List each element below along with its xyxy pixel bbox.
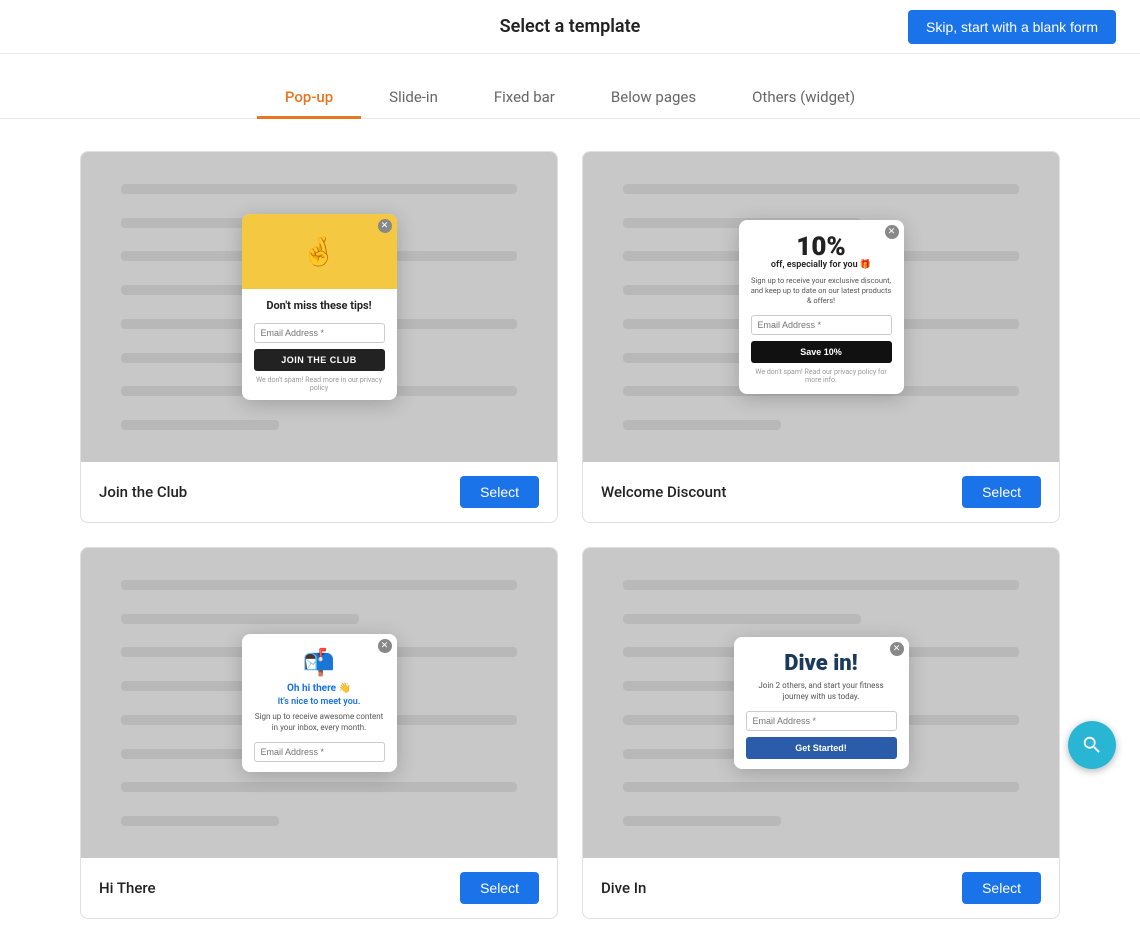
popup-discount-cta[interactable]: Save 10% [751,341,892,363]
popup-header-yellow: 🤞 [242,214,397,289]
template-name-dive-in: Dive In [601,879,646,897]
template-name-hi-there: Hi There [99,879,156,897]
popup-join-title: Don't miss these tips! [254,299,385,313]
card-preview-hi-there: ✕ 📬 Oh hi there 👋 It's nice to meet you.… [81,548,557,858]
popup-dive-in: ✕ Dive in! Join 2 others, and start your… [734,637,909,769]
card-footer-welcome-discount: Welcome Discount Select [583,462,1059,522]
template-name-join-club: Join the Club [99,483,187,501]
skip-button[interactable]: Skip, start with a blank form [908,10,1116,44]
popup-close-discount-icon[interactable]: ✕ [885,225,899,239]
card-footer-dive-in: Dive In Select [583,858,1059,918]
popup-discount: ✕ 10% off, especially for you 🎁 Sign up … [739,220,904,393]
tab-below-pages[interactable]: Below pages [583,78,724,119]
popup-join-cta[interactable]: JOIN THE CLUB [254,349,385,371]
template-card-join-club: ✕ 🤞 Don't miss these tips! JOIN THE CLUB… [80,151,558,523]
hi-description: Sign up to receive awesome content in yo… [254,712,385,733]
select-dive-in-button[interactable]: Select [962,872,1041,904]
popup-close-dive-icon[interactable]: ✕ [890,642,904,656]
tab-others[interactable]: Others (widget) [724,78,883,119]
card-footer-hi-there: Hi There Select [81,858,557,918]
popup-close-icon[interactable]: ✕ [378,219,392,233]
popup-dive-email-input[interactable] [746,711,897,731]
card-preview-dive-in: ✕ Dive in! Join 2 others, and start your… [583,548,1059,858]
popup-join-email-input[interactable] [254,323,385,343]
templates-grid: ✕ 🤞 Don't miss these tips! JOIN THE CLUB… [0,151,1140,951]
card-preview-welcome-discount: ✕ 10% off, especially for you 🎁 Sign up … [583,152,1059,462]
page-header: Select a template Skip, start with a bla… [0,0,1140,54]
tab-slide-in[interactable]: Slide-in [361,78,466,119]
template-card-hi-there: ✕ 📬 Oh hi there 👋 It's nice to meet you.… [80,547,558,919]
popup-discount-footnote: We don't spam! Read our privacy policy f… [751,368,892,384]
popup-hi-there: ✕ 📬 Oh hi there 👋 It's nice to meet you.… [242,634,397,772]
template-name-welcome-discount: Welcome Discount [601,483,726,501]
dive-title: Dive in! [746,651,897,676]
crossed-fingers-emoji: 🤞 [302,235,337,268]
tab-popup[interactable]: Pop-up [257,78,361,119]
discount-percentage: 10% [751,234,892,260]
template-card-welcome-discount: ✕ 10% off, especially for you 🎁 Sign up … [582,151,1060,523]
help-chat-button[interactable] [1068,721,1116,769]
discount-subtext: off, especially for you 🎁 [751,260,892,270]
popup-join-club: ✕ 🤞 Don't miss these tips! JOIN THE CLUB… [242,214,397,399]
tabs-bar: Pop-up Slide-in Fixed bar Below pages Ot… [0,54,1140,119]
popup-close-hi-icon[interactable]: ✕ [378,639,392,653]
hi-title: Oh hi there 👋 [254,682,385,695]
popup-hi-email-input[interactable] [254,742,385,762]
hi-subtitle: It's nice to meet you. [254,697,385,707]
mailbox-emoji: 📬 [254,648,385,678]
page-title: Select a template [500,16,641,37]
tab-fixed-bar[interactable]: Fixed bar [466,78,583,119]
popup-join-footnote: We don't spam! Read more in our privacy … [254,376,385,392]
card-footer-join-club: Join the Club Select [81,462,557,522]
template-card-dive-in: ✕ Dive in! Join 2 others, and start your… [582,547,1060,919]
popup-discount-email-input[interactable] [751,315,892,335]
dive-description: Join 2 others, and start your fitness jo… [746,681,897,702]
card-preview-join-club: ✕ 🤞 Don't miss these tips! JOIN THE CLUB… [81,152,557,462]
popup-dive-cta[interactable]: Get Started! [746,737,897,759]
discount-description: Sign up to receive your exclusive discou… [751,276,892,305]
select-hi-there-button[interactable]: Select [460,872,539,904]
select-welcome-discount-button[interactable]: Select [962,476,1041,508]
select-join-club-button[interactable]: Select [460,476,539,508]
search-icon [1081,734,1103,756]
